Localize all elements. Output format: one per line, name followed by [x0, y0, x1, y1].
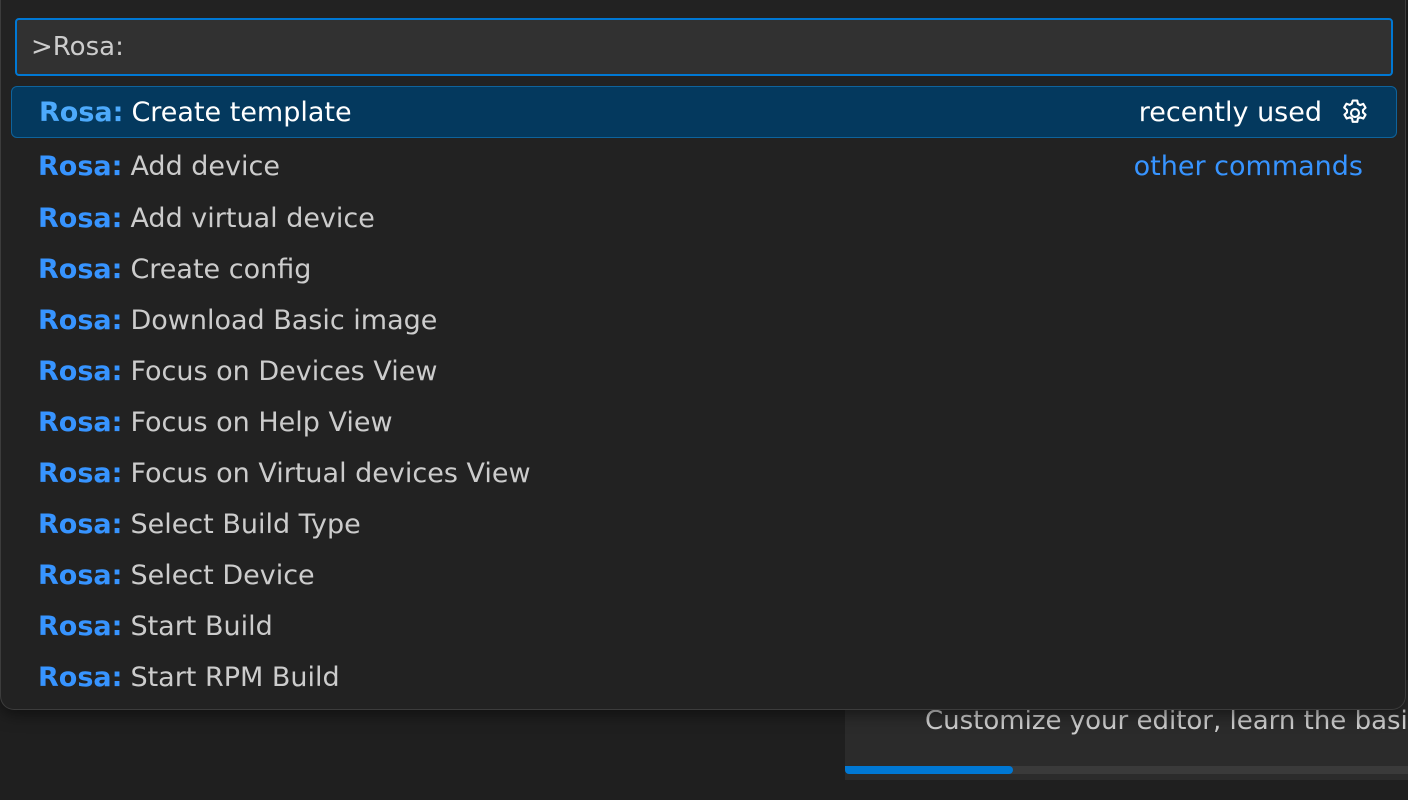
command-category: Rosa: [38, 611, 123, 642]
command-label: Start RPM Build [130, 662, 340, 693]
command-item-meta: other commands [1134, 151, 1363, 182]
command-label: Add virtual device [130, 203, 375, 234]
command-item-create-template[interactable]: Rosa: Create template recently used [11, 86, 1397, 138]
command-item-focus-devices-view[interactable]: Rosa: Focus on Devices View [11, 346, 1397, 397]
command-label: Focus on Devices View [130, 356, 438, 387]
command-category: Rosa: [38, 254, 123, 285]
command-list: Rosa: Create template recently used Rosa… [11, 86, 1397, 703]
command-palette-search-box[interactable] [15, 18, 1393, 76]
command-category: Rosa: [38, 560, 123, 591]
command-item-add-virtual-device[interactable]: Rosa: Add virtual device [11, 193, 1397, 244]
command-label: Select Build Type [130, 509, 361, 540]
command-category: Rosa: [38, 356, 123, 387]
gear-icon[interactable] [1338, 95, 1372, 129]
command-palette: Rosa: Create template recently used Rosa… [0, 0, 1406, 710]
command-item-focus-virtual-devices-view[interactable]: Rosa: Focus on Virtual devices View [11, 448, 1397, 499]
command-category: Rosa: [38, 407, 123, 438]
walkthrough-progress-bar [845, 766, 1408, 774]
command-palette-input[interactable] [31, 32, 1377, 62]
command-item-select-device[interactable]: Rosa: Select Device [11, 550, 1397, 601]
other-commands-label: other commands [1133, 151, 1363, 182]
command-label: Focus on Help View [130, 407, 393, 438]
command-category: Rosa: [38, 662, 123, 693]
command-label: Select Device [130, 560, 315, 591]
command-item-add-device[interactable]: Rosa: Add device other commands [11, 138, 1397, 193]
command-category: Rosa: [38, 458, 123, 489]
command-label: Add device [130, 151, 280, 182]
command-item-download-basic-image[interactable]: Rosa: Download Basic image [11, 295, 1397, 346]
command-item-select-build-type[interactable]: Rosa: Select Build Type [11, 499, 1397, 550]
recently-used-label: recently used [1138, 96, 1322, 128]
command-category: Rosa: [38, 151, 123, 182]
command-label: Create config [130, 254, 312, 285]
command-label: Download Basic image [130, 305, 438, 336]
command-label: Start Build [130, 611, 273, 642]
command-item-meta: recently used [1139, 95, 1372, 129]
command-category: Rosa: [38, 305, 123, 336]
walkthrough-description: Customize your editor, learn the basics [925, 706, 1408, 736]
command-item-start-build[interactable]: Rosa: Start Build [11, 601, 1397, 652]
command-item-start-rpm-build[interactable]: Rosa: Start RPM Build [11, 652, 1397, 703]
command-item-focus-help-view[interactable]: Rosa: Focus on Help View [11, 397, 1397, 448]
command-category: Rosa: [39, 96, 124, 128]
command-category: Rosa: [38, 509, 123, 540]
command-category: Rosa: [38, 203, 123, 234]
editor-window: Customize your editor, learn the basics … [0, 0, 1408, 800]
command-item-create-config[interactable]: Rosa: Create config [11, 244, 1397, 295]
command-label: Focus on Virtual devices View [130, 458, 531, 489]
command-label: Create template [131, 96, 352, 128]
walkthrough-progress-fill [845, 766, 1013, 774]
